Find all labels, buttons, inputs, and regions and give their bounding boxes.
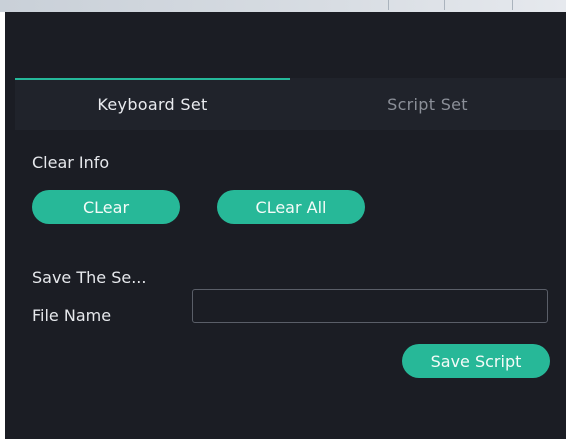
keyboard-set-content: Clear Info CLear CLear All Save The Se..… xyxy=(5,130,566,439)
background-window-strip xyxy=(0,0,566,12)
clear-info-heading: Clear Info xyxy=(32,153,110,172)
panel-header xyxy=(5,12,566,78)
tab-script-set[interactable]: Script Set xyxy=(290,78,565,130)
clear-all-button[interactable]: CLear All xyxy=(217,190,365,224)
tab-keyboard-set[interactable]: Keyboard Set xyxy=(15,78,290,130)
clear-button[interactable]: CLear xyxy=(32,190,180,224)
strip-divider xyxy=(444,0,445,10)
file-name-label: File Name xyxy=(32,306,112,325)
save-section-heading: Save The Se... xyxy=(32,268,147,287)
tab-bar: Keyboard Set Script Set xyxy=(15,78,566,130)
strip-divider xyxy=(388,0,389,10)
settings-panel: Keyboard Set Script Set Clear Info CLear… xyxy=(5,12,566,439)
file-name-input[interactable] xyxy=(192,289,548,323)
save-script-button[interactable]: Save Script xyxy=(402,344,550,378)
strip-divider xyxy=(512,0,513,10)
